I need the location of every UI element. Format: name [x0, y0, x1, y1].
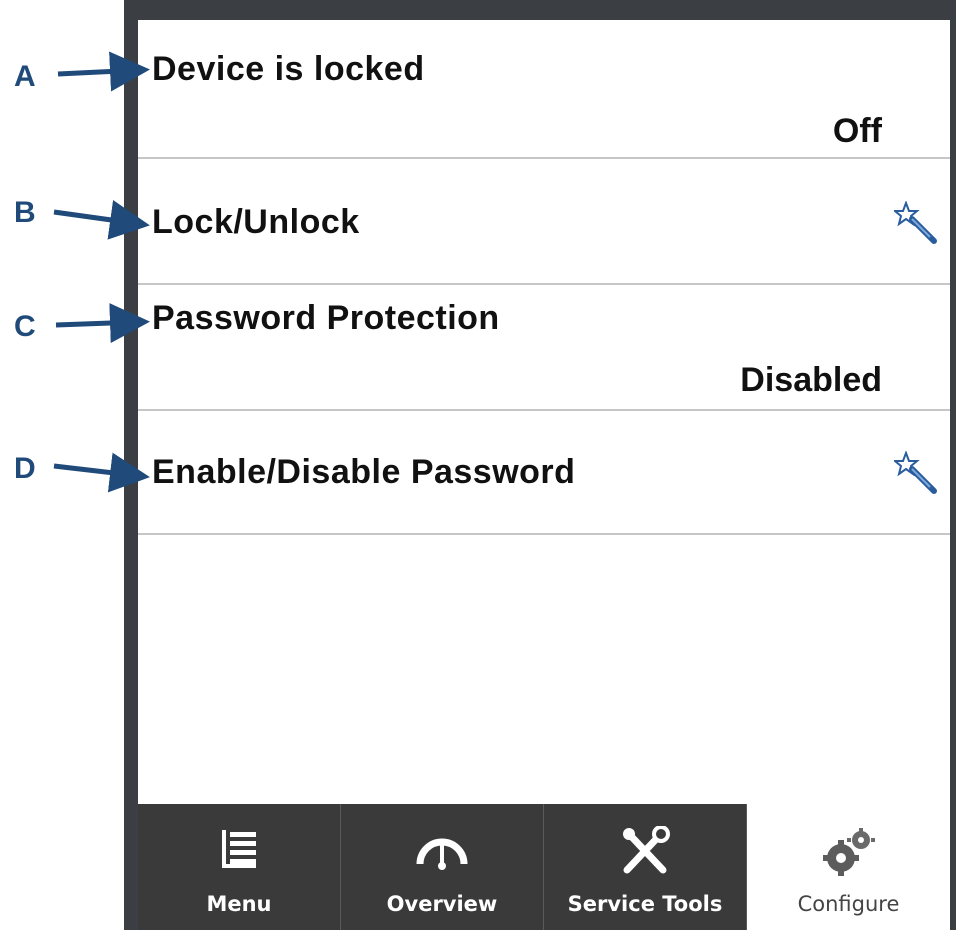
- callout-arrow-d: [53, 452, 150, 493]
- lock-unlock-row[interactable]: Lock/Unlock: [138, 159, 950, 285]
- wizard-wand-icon[interactable]: [894, 201, 938, 245]
- callout-label-a: A: [14, 60, 36, 93]
- menu-list-icon: [222, 830, 256, 868]
- lock-unlock-label: Lock/Unlock: [152, 203, 360, 241]
- callout-arrow-b: [53, 200, 150, 240]
- settings-screen: Device is locked Off Lock/Unlock Passwor…: [138, 20, 950, 930]
- device-locked-label: Device is locked: [152, 50, 425, 88]
- tab-overview[interactable]: Overview: [341, 804, 544, 930]
- callout-label-d: D: [14, 452, 36, 485]
- callout-arrow-c: [55, 303, 150, 344]
- tab-menu-label: Menu: [206, 892, 272, 916]
- tab-configure[interactable]: Configure: [747, 804, 950, 930]
- wizard-wand-icon[interactable]: [894, 451, 938, 495]
- device-locked-row: Device is locked Off: [138, 20, 950, 159]
- callout-label-c: C: [14, 310, 36, 343]
- callout-arrow-a: [57, 51, 150, 92]
- tab-menu[interactable]: Menu: [138, 804, 341, 930]
- password-protection-row: Password Protection Disabled: [138, 285, 950, 411]
- password-protection-label: Password Protection: [152, 299, 500, 337]
- tab-configure-label: Configure: [797, 892, 900, 916]
- gauge-icon: [416, 838, 468, 870]
- tools-icon: [623, 826, 670, 874]
- password-protection-value: Disabled: [740, 361, 882, 399]
- gears-icon: [822, 828, 875, 876]
- tab-overview-label: Overview: [386, 892, 498, 916]
- tab-service-tools[interactable]: Service Tools: [544, 804, 747, 930]
- enable-disable-password-label: Enable/Disable Password: [152, 453, 576, 491]
- bottom-tab-bar: Menu Overview Service Tools Configure: [138, 804, 950, 930]
- device-locked-value: Off: [832, 112, 882, 150]
- tab-service-tools-label: Service Tools: [567, 892, 723, 916]
- enable-disable-password-row[interactable]: Enable/Disable Password: [138, 411, 950, 535]
- callout-label-b: B: [14, 196, 36, 229]
